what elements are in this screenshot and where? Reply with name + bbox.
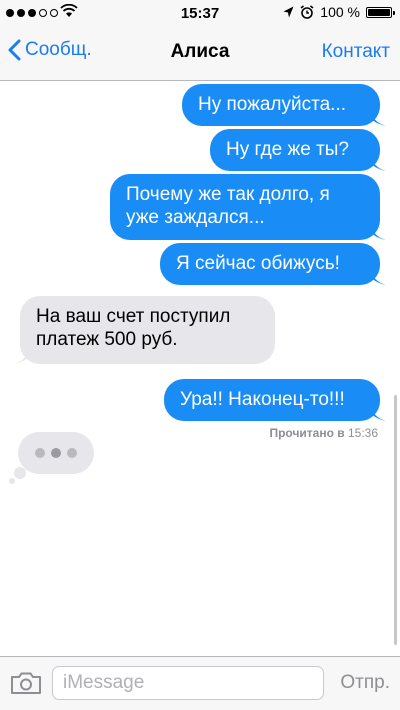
message-text: Ну пожалуйста... [198, 94, 347, 115]
typing-indicator-tail [14, 467, 26, 479]
message-bubble-outgoing[interactable]: Почему же так долго, я уже заждался... [110, 174, 386, 240]
send-button[interactable]: Отпр. [340, 672, 390, 694]
read-receipt: Прочитано в 15:36 [269, 426, 378, 440]
message-text: Ну где же ты? [226, 139, 349, 160]
message-text: Ура!! Наконец-то!!! [180, 389, 345, 410]
message-bubble-incoming[interactable]: На ваш счет поступил платеж 500 руб. [14, 296, 275, 364]
battery-percentage: 100 % [320, 4, 360, 20]
message-text-line: На ваш счет поступил [36, 306, 231, 327]
message-text-line: платеж 500 руб. [36, 329, 178, 350]
message-text: Я сейчас обижусь! [176, 253, 340, 274]
message-text-line: уже заждался... [126, 207, 265, 228]
message-input-bar: Отпр. [0, 656, 400, 710]
battery-level [368, 8, 390, 16]
message-input-field[interactable] [52, 666, 324, 700]
camera-icon[interactable] [10, 671, 42, 695]
typing-indicator-tail [9, 478, 15, 484]
message-text-line: Почему же так долго, я [126, 184, 330, 205]
contact-button[interactable]: Контакт [322, 41, 390, 63]
navigation-bar: Сообщ. Алиса Контакт [0, 26, 400, 81]
message-bubble-outgoing[interactable]: Ура!! Наконец-то!!! [164, 379, 386, 421]
scroll-indicator[interactable] [394, 395, 397, 645]
message-bubble-outgoing[interactable]: Ну пожалуйста... [182, 84, 386, 126]
alarm-icon [300, 5, 314, 19]
typing-indicator [18, 432, 94, 474]
conversation-view[interactable]: Ну пожалуйста... Ну где же ты? Почему же… [0, 81, 400, 656]
location-arrow-icon [283, 6, 294, 18]
message-bubble-outgoing[interactable]: Я сейчас обижусь! [160, 243, 386, 285]
message-bubble-outgoing[interactable]: Ну где же ты? [210, 129, 386, 171]
status-bar: 15:37 100 % [0, 0, 400, 26]
battery-icon [366, 6, 395, 18]
read-receipt-label: Прочитано в [269, 426, 345, 440]
read-receipt-time: 15:36 [347, 426, 378, 440]
